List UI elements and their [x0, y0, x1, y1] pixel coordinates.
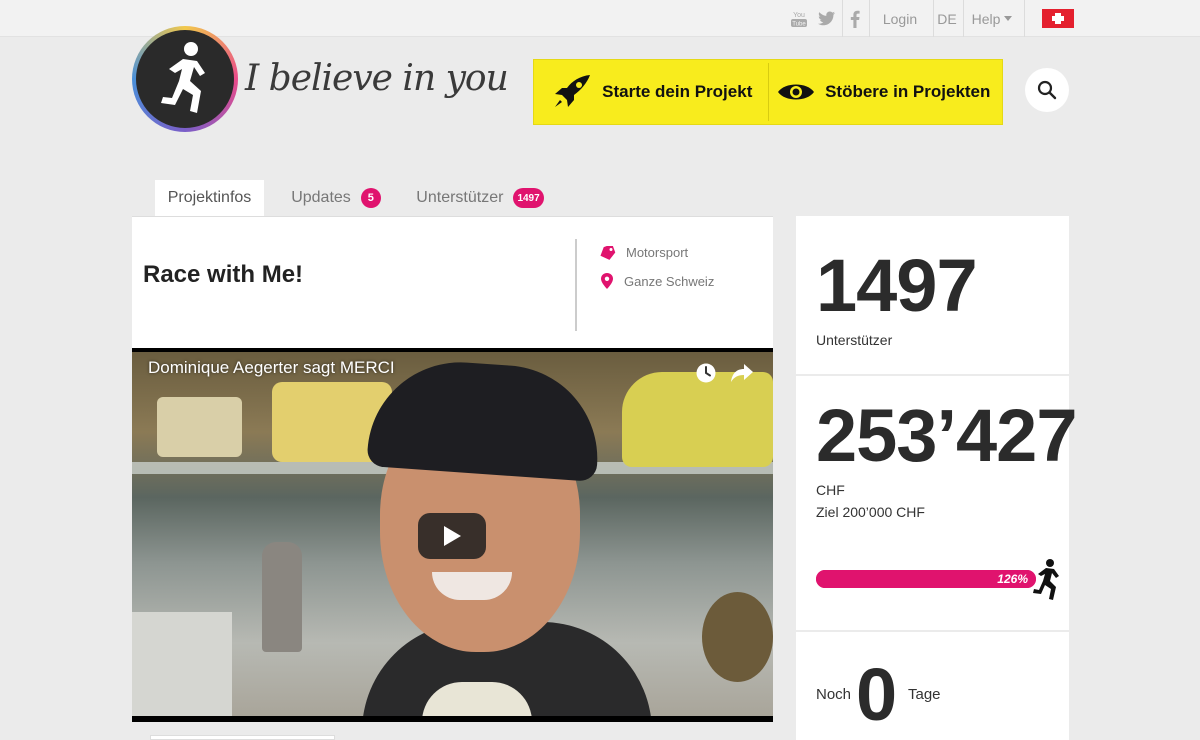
country-selector[interactable]	[1042, 0, 1074, 37]
search-button[interactable]	[1025, 68, 1069, 112]
facebook-icon[interactable]	[845, 0, 865, 37]
browse-projects-label: Stöbere in Projekten	[825, 82, 991, 101]
supporters-card: 1497 Unterstützer	[796, 216, 1069, 374]
progress-bar: 126%	[816, 570, 1036, 588]
cta-group: Starte dein Projekt Stöbere in Projekten	[534, 60, 1002, 124]
twitter-icon[interactable]	[816, 0, 838, 37]
svg-text:You: You	[793, 12, 805, 19]
tab-label: Updates	[291, 189, 351, 206]
supporters-count-badge: 1497	[513, 188, 544, 208]
help-label: Help	[971, 10, 1001, 27]
days-suffix: Tage	[908, 686, 941, 703]
search-icon	[1037, 80, 1057, 100]
browse-projects-button[interactable]: Stöbere in Projekten	[767, 63, 1000, 121]
project-info-panel: Race with Me! Motorsport Ganze Schweiz	[132, 216, 773, 348]
switzerland-flag-icon	[1042, 9, 1074, 28]
play-icon	[444, 526, 461, 546]
category-label: Motorsport	[626, 245, 689, 260]
location-pin-icon	[601, 273, 613, 289]
svg-text:Tube: Tube	[792, 21, 806, 27]
play-button[interactable]	[418, 513, 486, 559]
goal-label: Ziel 200’000 CHF	[816, 504, 925, 520]
help-menu[interactable]: Help	[966, 0, 1018, 37]
days-remaining-card: Noch 0 Tage	[796, 632, 1069, 740]
chevron-down-icon	[1004, 16, 1013, 21]
login-link[interactable]: Login	[872, 0, 928, 37]
runner-icon	[1033, 559, 1059, 600]
youtube-icon[interactable]: You Tube	[788, 0, 810, 37]
start-project-button[interactable]: Starte dein Projekt	[537, 63, 768, 121]
divider	[575, 239, 577, 331]
language-selector[interactable]: DE	[935, 0, 959, 37]
supporters-label: Unterstützer	[816, 332, 893, 348]
tab-updates[interactable]: Updates 5	[276, 180, 396, 216]
tab-label: Unterstützer	[416, 189, 504, 206]
start-project-label: Starte dein Projekt	[602, 82, 753, 101]
content-strip	[150, 735, 335, 740]
funding-amount: 253’427	[816, 394, 1077, 477]
clock-icon[interactable]	[695, 362, 717, 384]
eye-icon	[778, 84, 815, 100]
category-link[interactable]: Motorsport	[600, 245, 688, 260]
tag-icon	[600, 245, 616, 260]
location-link[interactable]: Ganze Schweiz	[600, 273, 714, 289]
share-icon[interactable]	[730, 362, 754, 384]
supporters-count: 1497	[816, 244, 978, 327]
days-prefix: Noch	[816, 686, 852, 703]
tab-unterstuetzer[interactable]: Unterstützer 1497	[410, 180, 550, 216]
logo[interactable]	[132, 26, 238, 132]
rocket-icon	[555, 75, 591, 107]
tab-label: Projektinfos	[167, 189, 252, 206]
video-player[interactable]: Dominique Aegerter sagt MERCI	[132, 348, 773, 722]
runner-logo-icon	[136, 30, 234, 128]
video-title: Dominique Aegerter sagt MERCI	[148, 358, 395, 377]
location-label: Ganze Schweiz	[624, 273, 715, 289]
days-remaining-value: 0	[856, 653, 897, 736]
funding-card: 253’427 CHF Ziel 200’000 CHF 126%	[796, 376, 1077, 630]
tab-projektinfos[interactable]: Projektinfos	[155, 180, 264, 216]
project-title: Race with Me!	[143, 261, 304, 288]
currency-label: CHF	[816, 482, 845, 498]
updates-count-badge: 5	[360, 188, 381, 208]
progress-label: 126%	[997, 572, 1028, 586]
brand-name: I believe in you	[245, 58, 509, 99]
